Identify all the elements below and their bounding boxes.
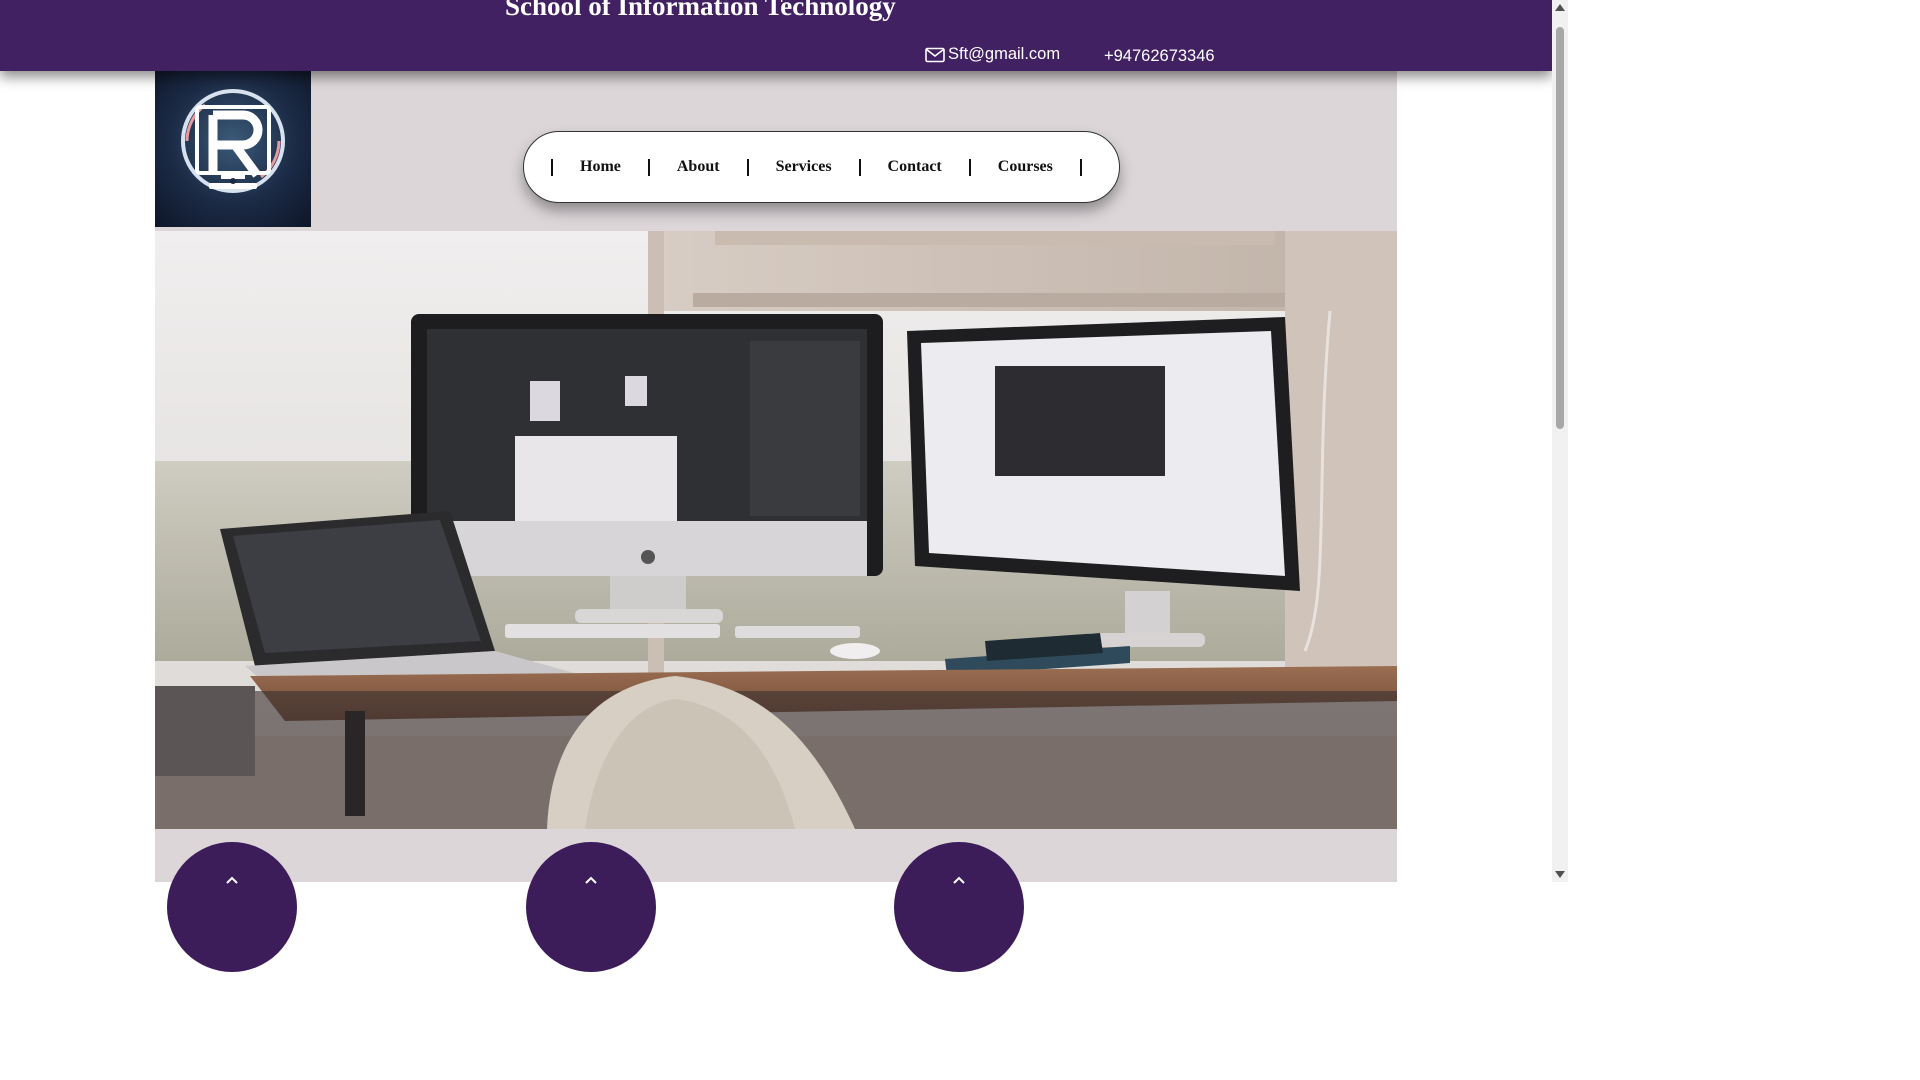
logo-icon — [181, 89, 285, 193]
hero-image — [155, 231, 1397, 829]
chevron-up-icon — [585, 876, 597, 884]
nav-item-services[interactable]: Services — [749, 158, 859, 176]
nav-item-contact[interactable]: Contact — [861, 158, 969, 176]
feature-circle-2[interactable] — [526, 842, 656, 972]
feature-circle-3[interactable] — [894, 842, 1024, 972]
main-nav: Home About Services Contact Courses — [523, 131, 1120, 203]
nav-item-courses[interactable]: Courses — [971, 158, 1080, 176]
desk-workspace-image — [155, 231, 1397, 829]
nav-separator — [1079, 158, 1082, 176]
chevron-up-icon — [226, 876, 238, 884]
page-container: Home About Services Contact Courses — [155, 71, 1397, 972]
scroll-down-icon[interactable] — [1555, 871, 1565, 878]
email-text: Sft@gmail.com — [948, 45, 1061, 63]
contact-email[interactable]: Sft@gmail.com — [925, 45, 1060, 64]
school-title: School of Information Technology — [505, 0, 896, 21]
nav-item-home[interactable]: Home — [553, 158, 648, 176]
page-scrollbar[interactable] — [1552, 0, 1568, 882]
scroll-thumb[interactable] — [1556, 27, 1564, 429]
contact-phone[interactable]: +94762673346 — [1104, 47, 1215, 66]
scroll-up-icon[interactable] — [1555, 4, 1565, 11]
feature-circle-1[interactable] — [167, 842, 297, 972]
site-logo[interactable] — [155, 71, 311, 227]
chevron-up-icon — [953, 876, 965, 884]
top-header: School of Information Technology Sft@gma… — [0, 0, 1552, 71]
nav-item-about[interactable]: About — [650, 158, 747, 176]
mail-icon — [925, 47, 945, 62]
